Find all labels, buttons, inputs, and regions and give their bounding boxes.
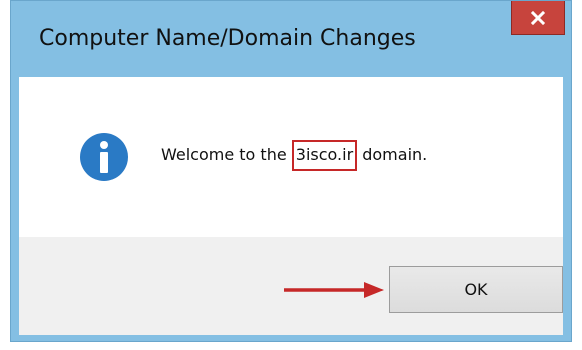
welcome-message: Welcome to the 3isco.ir domain.	[161, 140, 428, 171]
message-prefix: Welcome to the	[161, 145, 292, 164]
dialog-window: Computer Name/Domain Changes Welcome to …	[10, 0, 572, 342]
right-arrow-icon	[284, 282, 384, 298]
message-area: Welcome to the 3isco.ir domain.	[19, 77, 563, 237]
information-icon	[80, 133, 128, 181]
button-bar: OK	[19, 237, 563, 335]
ok-button[interactable]: OK	[389, 266, 563, 313]
close-button[interactable]	[511, 1, 565, 35]
domain-name-highlight: 3isco.ir	[291, 140, 358, 171]
message-suffix: domain.	[357, 145, 428, 164]
close-icon	[531, 10, 545, 25]
dialog-title: Computer Name/Domain Changes	[39, 26, 416, 51]
dialog-client-area: Welcome to the 3isco.ir domain. OK	[19, 77, 563, 335]
title-bar[interactable]: Computer Name/Domain Changes	[11, 1, 571, 77]
